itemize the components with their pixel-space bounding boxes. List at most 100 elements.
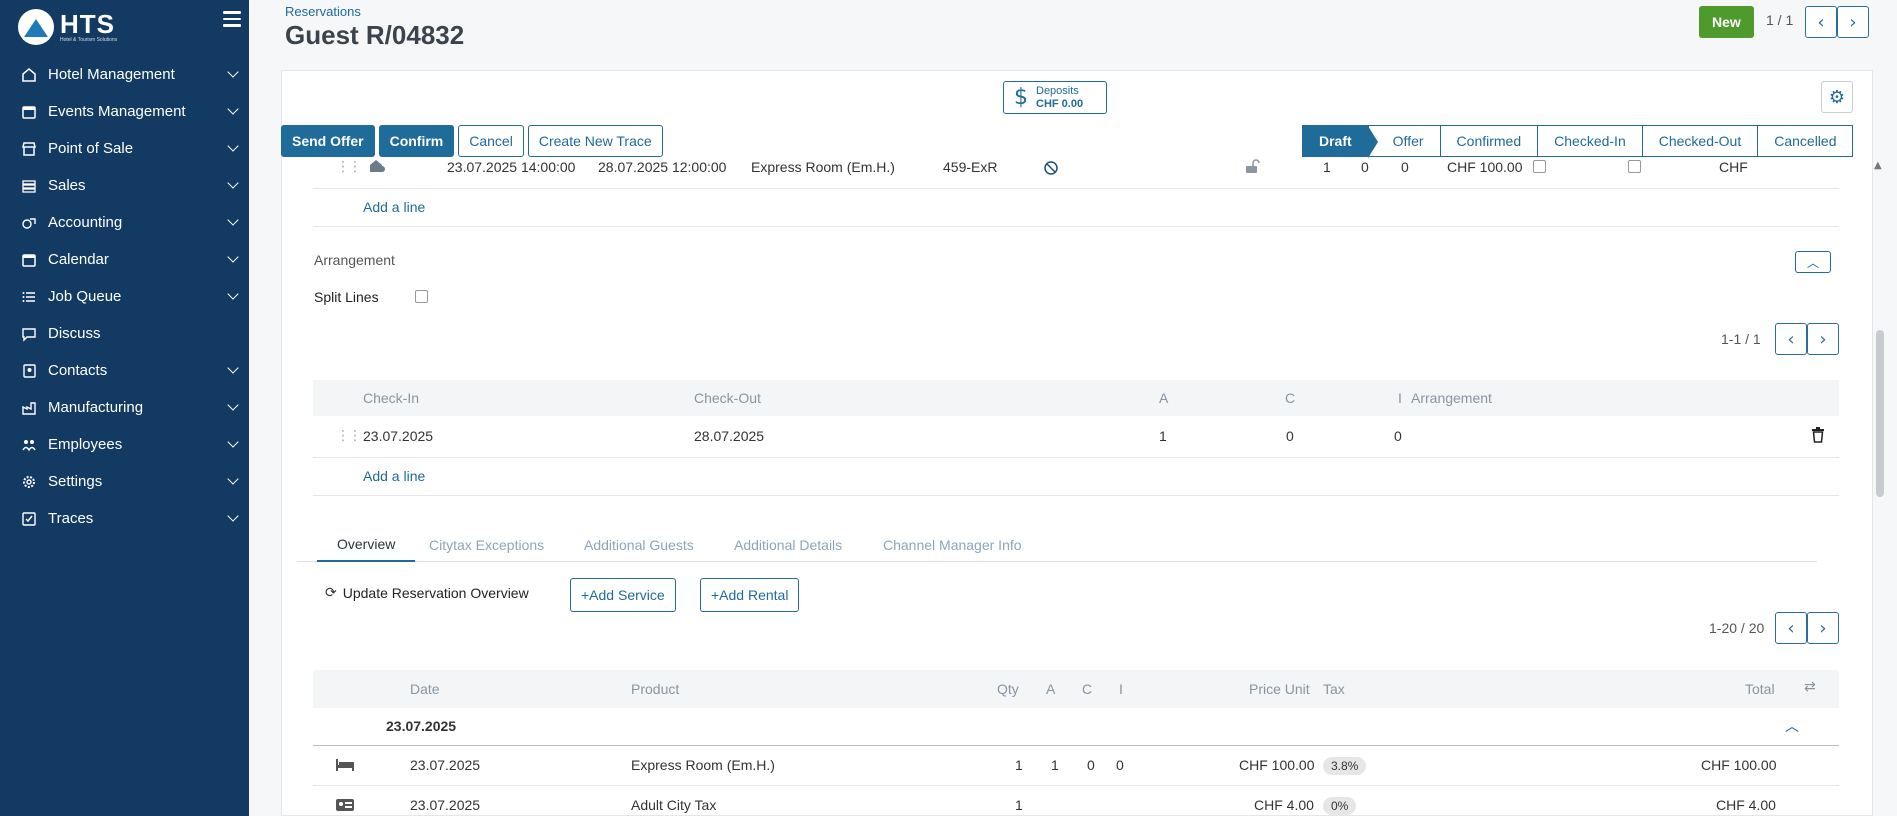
col-arrangement[interactable]: Arrangement: [1411, 390, 1492, 406]
sidebar-item-sales[interactable]: Sales: [0, 167, 249, 204]
logo-subtitle: Hotel & Tourism Solutions: [60, 37, 118, 43]
stage-checked-in[interactable]: Checked-In: [1537, 125, 1643, 157]
col-infants[interactable]: I: [1119, 681, 1123, 697]
new-button[interactable]: New: [1699, 6, 1754, 38]
arrangement-next-button[interactable]: ›: [1807, 323, 1839, 355]
col-price-unit[interactable]: Price Unit: [1249, 681, 1310, 697]
sidebar-item-accounting[interactable]: Accounting: [0, 204, 249, 241]
calendar-icon: [20, 103, 38, 121]
sidebar-item-label: Settings: [48, 473, 103, 490]
col-check-in[interactable]: Check-In: [363, 390, 419, 406]
sidebar-item-job-queue[interactable]: Job Queue: [0, 278, 249, 315]
sidebar-item-label: Discuss: [48, 325, 101, 342]
send-offer-button[interactable]: Send Offer: [281, 125, 375, 157]
room-price: CHF 100.00: [1447, 159, 1523, 175]
page-title: Guest R/04832: [285, 20, 465, 50]
sidebar-item-hotel-management[interactable]: Hotel Management: [0, 56, 249, 93]
tab-additional-guests[interactable]: Additional Guests: [564, 528, 714, 562]
add-room-line-link[interactable]: Add a line: [363, 199, 425, 215]
col-product[interactable]: Product: [631, 681, 679, 697]
col-adults[interactable]: A: [1159, 390, 1168, 406]
row-product: Express Room (Em.H.): [631, 757, 775, 773]
notebook-tabs: Overview Citytax Exceptions Additional G…: [297, 528, 1817, 562]
stage-cancelled[interactable]: Cancelled: [1757, 125, 1854, 157]
settings-gear-button[interactable]: ⚙: [1821, 81, 1853, 113]
sidebar-item-traces[interactable]: Traces: [0, 500, 249, 537]
col-adults[interactable]: A: [1046, 681, 1055, 697]
stage-checked-out[interactable]: Checked-Out: [1641, 125, 1759, 157]
no-smoking-icon[interactable]: [1043, 160, 1059, 176]
col-children[interactable]: C: [1082, 681, 1092, 697]
cancel-button[interactable]: Cancel: [458, 125, 524, 157]
scrollbar-thumb[interactable]: [1876, 330, 1884, 497]
employees-icon: [20, 436, 38, 454]
split-lines-label: Split Lines: [314, 289, 379, 305]
hamburger-menu-icon[interactable]: [223, 11, 241, 27]
stage-confirmed[interactable]: Confirmed: [1439, 125, 1539, 157]
chevron-up-icon[interactable]: ︿: [1785, 716, 1799, 736]
room-checkbox-1[interactable]: [1533, 160, 1546, 173]
sidebar-item-employees[interactable]: Employees: [0, 426, 249, 463]
deposits-label: Deposits: [1036, 84, 1079, 97]
arrangement-title: Arrangement: [314, 252, 395, 268]
tab-citytax-exceptions[interactable]: Citytax Exceptions: [409, 528, 564, 562]
col-total[interactable]: Total: [1745, 681, 1775, 697]
sidebar-item-events-management[interactable]: Events Management: [0, 93, 249, 130]
room-children: 0: [1361, 159, 1369, 175]
stage-offer[interactable]: Offer: [1367, 125, 1441, 157]
col-check-out[interactable]: Check-Out: [694, 390, 761, 406]
breadcrumb[interactable]: Reservations: [285, 4, 361, 19]
split-lines-checkbox[interactable]: [415, 290, 428, 303]
col-qty[interactable]: Qty: [997, 681, 1019, 697]
room-checkbox-2[interactable]: [1628, 160, 1641, 173]
sidebar-item-point-of-sale[interactable]: Point of Sale: [0, 130, 249, 167]
stack-icon: [20, 177, 38, 195]
chevron-down-icon: [227, 66, 239, 78]
sidebar-item-discuss[interactable]: Discuss: [0, 315, 249, 352]
unlock-icon[interactable]: [1244, 158, 1260, 174]
col-infants[interactable]: I: [1398, 390, 1402, 406]
sidebar-menu: Hotel Management Events Management Point…: [0, 56, 249, 537]
scroll-up-arrow-icon[interactable]: ▲: [1874, 160, 1882, 171]
row-date: 23.07.2025: [410, 797, 481, 813]
tab-additional-details[interactable]: Additional Details: [714, 528, 862, 562]
next-record-button[interactable]: ›: [1837, 6, 1869, 38]
sidebar-item-settings[interactable]: Settings: [0, 463, 249, 500]
chevron-down-icon: [227, 510, 239, 522]
add-service-button[interactable]: +Add Service: [570, 578, 676, 612]
add-rental-button[interactable]: +Add Rental: [700, 578, 800, 612]
overview-prev-button[interactable]: ‹: [1775, 612, 1807, 644]
create-new-trace-button[interactable]: Create New Trace: [527, 125, 663, 157]
chevron-left-icon: ‹: [1817, 11, 1825, 33]
deposits-button[interactable]: $ Deposits CHF 0.00: [1003, 81, 1107, 114]
tab-overview[interactable]: Overview: [317, 528, 416, 562]
sidebar-item-label: Contacts: [48, 362, 108, 379]
sidebar-item-calendar[interactable]: Calendar: [0, 241, 249, 278]
logo[interactable]: HTS Hotel & Tourism Solutions: [18, 9, 117, 45]
arrangement-children: 0: [1286, 428, 1294, 444]
arrangement-prev-button[interactable]: ‹: [1775, 323, 1807, 355]
overview-next-button[interactable]: ›: [1807, 612, 1839, 644]
arrangement-infants: 0: [1394, 428, 1402, 444]
confirm-button[interactable]: Confirm: [378, 125, 455, 157]
add-arrangement-line-link[interactable]: Add a line: [363, 468, 425, 484]
chevron-down-icon: [227, 251, 239, 263]
stage-draft[interactable]: Draft: [1302, 125, 1378, 158]
sidebar-item-label: Manufacturing: [48, 399, 144, 416]
col-tax[interactable]: Tax: [1323, 681, 1345, 697]
drag-handle-icon[interactable]: ⋮⋮: [336, 428, 362, 444]
previous-record-button[interactable]: ‹: [1805, 6, 1837, 38]
update-reservation-overview-button[interactable]: ⟳ Update Reservation Overview: [325, 585, 529, 601]
sidebar: HTS Hotel & Tourism Solutions Hotel Mana…: [0, 0, 249, 816]
collapse-arrangement-button[interactable]: ︿: [1795, 251, 1831, 273]
col-children[interactable]: C: [1285, 390, 1295, 406]
row-total: CHF 4.00: [1716, 797, 1776, 813]
sidebar-item-manufacturing[interactable]: Manufacturing: [0, 389, 249, 426]
drag-handle-icon[interactable]: ⋮⋮: [336, 159, 362, 175]
tab-channel-manager-info[interactable]: Channel Manager Info: [863, 528, 1042, 562]
sidebar-item-contacts[interactable]: Contacts: [0, 352, 249, 389]
dollar-icon: $: [1014, 85, 1028, 110]
trash-icon[interactable]: [1811, 427, 1825, 443]
optional-columns-icon[interactable]: ⇄: [1804, 679, 1816, 695]
col-date[interactable]: Date: [410, 681, 440, 697]
